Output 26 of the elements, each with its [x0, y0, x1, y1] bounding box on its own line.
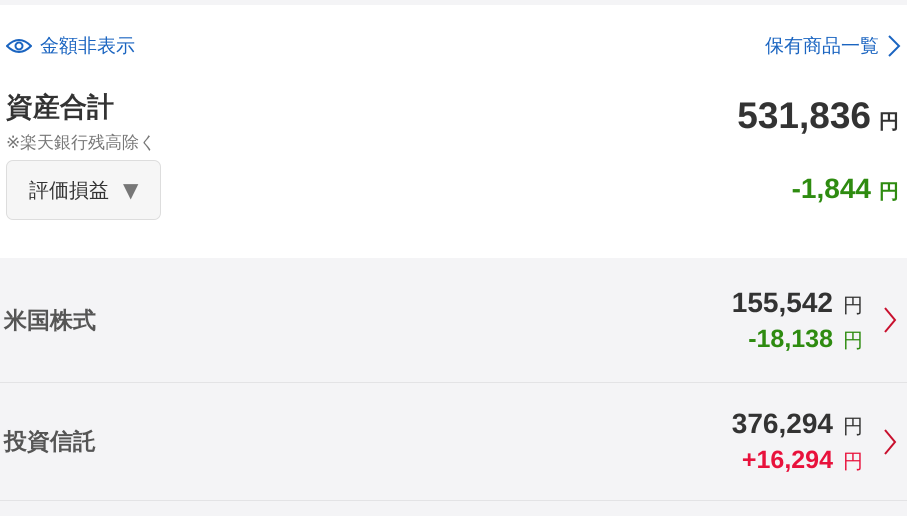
- eye-icon: [6, 38, 32, 54]
- dropdown-arrow: ▼: [123, 178, 138, 202]
- category-gain-loss: -18,138: [748, 324, 833, 354]
- metric-dropdown[interactable]: 評価損益 ▼: [6, 160, 162, 220]
- category-row[interactable]: 投資信託 376,294 円 +16,294 円: [0, 383, 907, 501]
- hide-amounts-link[interactable]: 金額非表示: [6, 33, 135, 59]
- total-gain-loss: -1,844: [792, 173, 871, 205]
- total-amount: 531,836: [737, 95, 871, 137]
- category-amount: 376,294: [732, 408, 833, 440]
- total-assets-title: 資産合計: [6, 91, 115, 125]
- note-text: ※楽天銀行残高除く: [6, 132, 158, 154]
- currency-unit: 円: [843, 415, 863, 440]
- category-name: 米国株式: [4, 306, 97, 336]
- category-amount: 155,542: [732, 286, 833, 318]
- chevron-right-icon: [883, 306, 897, 334]
- currency-unit: 円: [879, 180, 899, 205]
- currency-unit: 円: [843, 450, 863, 475]
- category-gain-loss: +16,294: [742, 446, 833, 475]
- currency-unit: 円: [879, 110, 899, 135]
- category-row[interactable]: 米国株式 155,542 円 -18,138 円: [0, 258, 907, 383]
- currency-unit: 円: [843, 294, 863, 318]
- chevron-right-icon: [887, 34, 901, 58]
- category-name: 投資信託: [4, 428, 97, 457]
- currency-unit: 円: [843, 328, 863, 354]
- holdings-list-link[interactable]: 保有商品一覧: [765, 33, 901, 59]
- chevron-right-icon: [883, 428, 897, 456]
